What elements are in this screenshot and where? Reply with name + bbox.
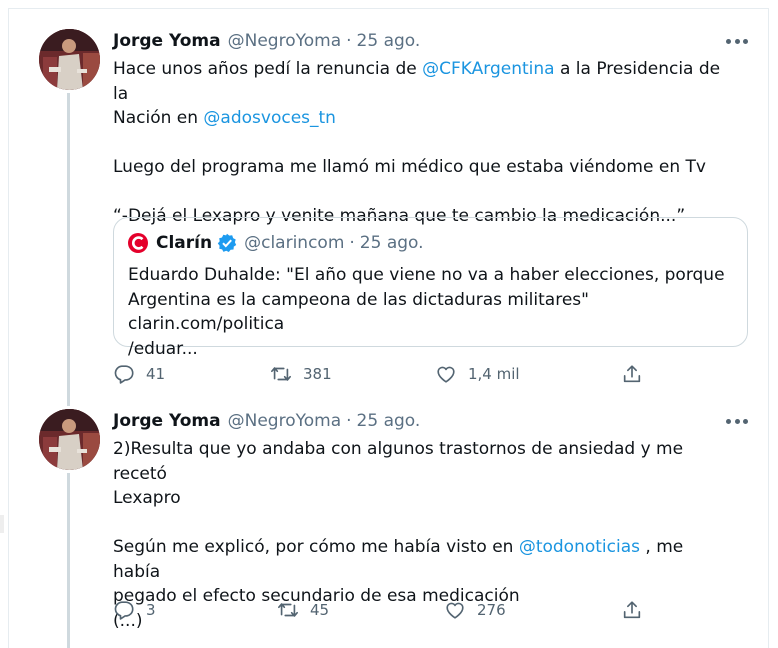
quoted-tweet[interactable]: Clarín @clarincom · 25 ago. Eduardo Duha… [113,217,748,359]
verified-icon [217,233,237,252]
thread-connector-line [67,93,70,406]
like-count: 1,4 mil [468,365,520,383]
tweet-text: Hace unos años pedí la renuncia de @CFKA… [113,57,733,229]
tweet-actions: 41 381 1,4 mil [113,361,753,387]
text-span: Según me explicó, por cómo me había vist… [113,537,519,557]
share-icon [623,365,641,383]
reply-button[interactable]: 3 [113,597,156,623]
tweet-line: Según me explicó, por cómo me había vist… [113,535,733,584]
scrollbar-edge [0,515,4,533]
text-span: Nación en [113,108,204,128]
like-button[interactable]: 1,4 mil [435,361,520,387]
retweet-count: 381 [303,365,332,383]
avatar[interactable] [39,409,100,470]
tweet-line: Nación en @adosvoces_tn [113,106,733,131]
timeline-border-right [768,0,769,648]
share-icon [623,601,641,619]
quoted-author-handle[interactable]: @clarincom [244,233,344,253]
reply-button[interactable]: 41 [113,361,165,387]
separator: · [346,31,352,51]
tweet-line: 2)Resulta que yo andaba con algunos tras… [113,439,684,484]
retweet-button[interactable]: 381 [270,361,332,387]
tweet-date[interactable]: 25 ago. [357,31,421,51]
author-name[interactable]: Jorge Yoma [113,31,221,51]
like-count: 276 [477,601,506,619]
reply-count: 41 [146,365,166,383]
tweet-date[interactable]: 25 ago. [357,411,421,431]
author-handle[interactable]: @NegroYoma [228,411,342,431]
author-name[interactable]: Jorge Yoma [113,411,221,431]
timeline-top-divider [8,0,769,9]
tweet-line: Lexapro [113,488,181,508]
mention-link[interactable]: @adosvoces_tn [203,108,336,128]
tweet-actions: 3 45 276 [113,597,753,623]
more-icon[interactable] [726,415,748,427]
tweet-header: Jorge Yoma @NegroYoma · 25 ago. [113,409,420,433]
text-span: Hace unos años pedí la renuncia de [113,59,423,79]
author-handle[interactable]: @NegroYoma [228,31,342,51]
mention-link[interactable]: @todonoticias [519,537,640,557]
thread-connector-line [67,473,70,648]
retweet-icon [271,367,291,381]
quoted-tweet-header: Clarín @clarincom · 25 ago. [128,231,424,255]
like-button[interactable]: 276 [444,597,506,623]
retweet-button[interactable]: 45 [277,597,329,623]
tweet-header: Jorge Yoma @NegroYoma · 25 ago. [113,29,420,53]
quoted-tweet-date[interactable]: 25 ago. [360,233,424,253]
like-icon [446,602,464,619]
share-button[interactable] [621,361,643,387]
reply-icon [114,365,134,384]
tweet-line: Hace unos años pedí la renuncia de @CFKA… [113,57,733,106]
like-icon [437,366,455,383]
retweet-icon [278,603,298,617]
avatar-image [39,29,100,90]
timeline-border-left [8,0,9,648]
quoted-tweet-text: Eduardo Duhalde: "El año que viene no va… [128,263,728,361]
mention-link[interactable]: @CFKArgentina [422,59,554,79]
avatar[interactable] [39,29,100,90]
separator: · [349,233,355,253]
avatar-image [39,409,100,470]
separator: · [346,411,352,431]
quoted-author-name[interactable]: Clarín [156,233,212,253]
tweet-paragraph: Luego del programa me llamó mi médico qu… [113,157,706,177]
clarin-logo [128,233,148,253]
more-icon[interactable] [726,35,748,47]
reply-icon [114,601,134,620]
quoted-line: /eduar... [128,338,198,359]
quoted-line: Eduardo Duhalde: "El año que viene no va… [128,265,725,285]
share-button[interactable] [621,597,643,623]
retweet-count: 45 [310,601,330,619]
quoted-line: Argentina es la campeona de las dictadur… [128,289,589,335]
reply-count: 3 [146,601,156,619]
